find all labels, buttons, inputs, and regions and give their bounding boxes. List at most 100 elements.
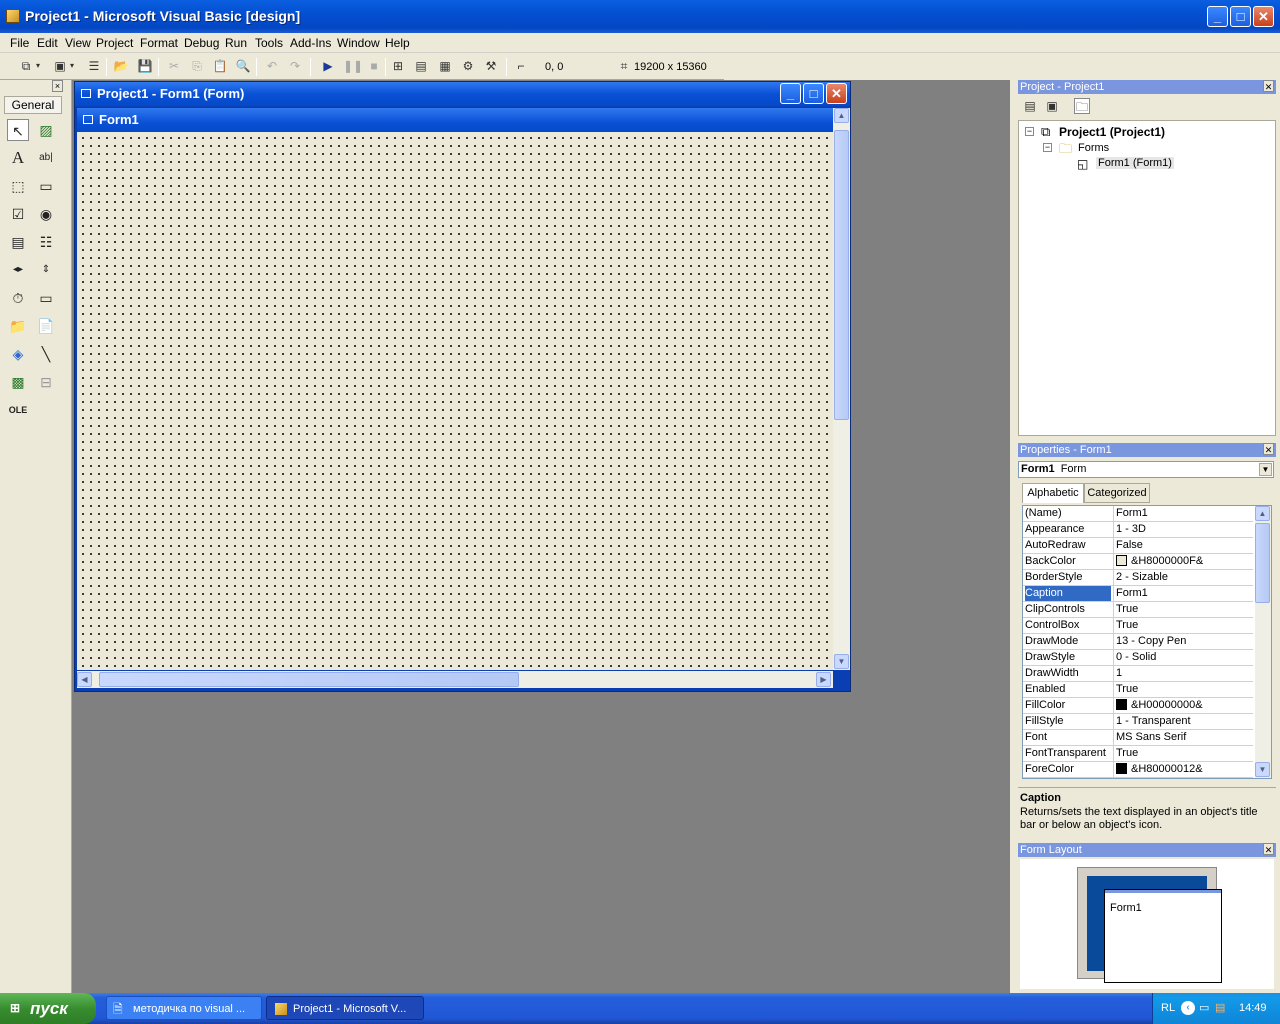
property-name[interactable]: ForeColor [1025,762,1111,777]
property-row[interactable]: BorderStyle 2 - Sizable [1023,570,1253,586]
property-value[interactable]: True [1113,602,1253,617]
property-value[interactable]: &H00000000& [1113,698,1253,713]
hscrollbar-icon[interactable]: ◂▸ [7,259,29,281]
object-selector[interactable]: Form1 Form ▼ [1018,461,1274,478]
stop-icon[interactable]: ■ [366,58,382,74]
line-icon[interactable]: ╲ [35,343,57,365]
collapse-icon[interactable]: − [1043,143,1052,152]
project-panel-close-icon[interactable]: ✕ [1263,80,1274,92]
add-form-icon[interactable]: ▣ [52,58,68,74]
taskbar-item-word[interactable]: 🗎 методичка по visual ... [106,996,262,1020]
filelistbox-icon[interactable]: 📄 [35,315,57,337]
chevron-down-icon[interactable]: ▼ [1259,463,1272,476]
pointer-icon[interactable]: ↖ [7,119,29,141]
paste-icon[interactable]: 📋 [212,58,228,74]
tree-form1-item[interactable]: Form1 (Form1) [1096,157,1174,169]
form-layout-close-icon[interactable]: ✕ [1263,843,1274,855]
scroll-up-icon[interactable]: ▲ [1255,506,1270,521]
optionbutton-icon[interactable]: ◉ [35,203,57,225]
form-window-title-bar[interactable]: Project1 - Form1 (Form) _ □ ✕ [75,82,850,106]
scroll-down-icon[interactable]: ▼ [1255,762,1270,777]
property-row[interactable]: DrawStyle 0 - Solid [1023,650,1253,666]
property-name[interactable]: FillStyle [1025,714,1111,729]
property-row[interactable]: BackColor &H8000000F& [1023,554,1253,570]
property-row[interactable]: FillColor &H00000000& [1023,698,1253,714]
toolbox-icon[interactable]: ⚒ [483,58,499,74]
properties-panel-close-icon[interactable]: ✕ [1263,443,1274,455]
pause-icon[interactable]: ❚❚ [343,58,363,74]
property-row[interactable]: Enabled True [1023,682,1253,698]
form-design-grid[interactable] [77,132,833,670]
property-value[interactable]: &H80000012& [1113,762,1253,777]
project-panel-header[interactable]: Project - Project1 ✕ [1018,80,1276,94]
property-value[interactable]: 1 - 3D [1113,522,1253,537]
property-name[interactable]: AutoRedraw [1025,538,1111,553]
timer-icon[interactable]: ⏱ [7,287,29,309]
vscroll-thumb[interactable] [834,130,849,420]
property-row[interactable]: Caption Form1 [1023,586,1253,602]
property-name[interactable]: FillColor [1025,698,1111,713]
property-value[interactable]: False [1113,538,1253,553]
property-value[interactable]: True [1113,746,1253,761]
undo-icon[interactable]: ↶ [264,58,280,74]
tray-monitor-icon[interactable]: ▭ [1199,1001,1209,1014]
checkbox-icon[interactable]: ☑ [7,203,29,225]
object-browser-icon[interactable]: ⚙ [460,58,476,74]
property-value[interactable]: 0 - Solid [1113,650,1253,665]
app-title-bar[interactable]: Project1 - Microsoft Visual Basic [desig… [0,0,1280,33]
tab-categorized[interactable]: Categorized [1084,483,1150,503]
vb-app-icon[interactable] [6,9,20,23]
view-object-icon[interactable]: ▣ [1044,98,1060,114]
form-maximize-button[interactable]: □ [803,83,824,104]
property-row[interactable]: FillStyle 1 - Transparent [1023,714,1253,730]
property-name[interactable]: Font [1025,730,1111,745]
toolbox-close-icon[interactable]: × [52,80,63,92]
language-indicator[interactable]: RL [1161,1002,1175,1014]
menu-edit[interactable]: Edit [37,36,58,50]
dirlistbox-icon[interactable]: 📁 [7,315,29,337]
property-name[interactable]: Caption [1025,586,1111,601]
form-layout-icon[interactable]: ▦ [437,58,453,74]
property-value[interactable]: 2 - Sizable [1113,570,1253,585]
menu-help[interactable]: Help [385,36,410,50]
view-code-icon[interactable]: ▤ [1022,98,1038,114]
property-value[interactable]: Form1 [1113,506,1253,521]
tree-project-root[interactable]: Project1 (Project1) [1059,125,1165,139]
property-name[interactable]: BorderStyle [1025,570,1111,585]
menu-view[interactable]: View [65,36,91,50]
property-row[interactable]: Appearance 1 - 3D [1023,522,1253,538]
drivelistbox-icon[interactable]: ▭ [35,287,57,309]
cut-icon[interactable]: ✂ [166,58,182,74]
form-layout-header[interactable]: Form Layout ✕ [1018,843,1276,857]
property-row[interactable]: Font MS Sans Serif [1023,730,1253,746]
commandbutton-icon[interactable]: ▭ [35,175,57,197]
maximize-button[interactable]: □ [1230,6,1251,27]
menu-format[interactable]: Format [140,36,178,50]
form-minimize-button[interactable]: _ [780,83,801,104]
property-name[interactable]: DrawMode [1025,634,1111,649]
property-row[interactable]: AutoRedraw False [1023,538,1253,554]
frame-icon[interactable]: ⬚ [7,175,29,197]
property-name[interactable]: Appearance [1025,522,1111,537]
form-horizontal-scrollbar[interactable]: ◀ ▶ [77,671,833,688]
property-name[interactable]: FontTransparent [1025,746,1111,761]
save-icon[interactable]: 💾 [137,58,153,74]
menu-project[interactable]: Project [96,36,133,50]
scroll-down-icon[interactable]: ▼ [834,654,849,669]
close-button[interactable]: ✕ [1253,6,1274,27]
combobox-icon[interactable]: ▤ [7,231,29,253]
scroll-left-icon[interactable]: ◀ [77,672,92,687]
form-layout-preview[interactable]: Form1 [1104,889,1222,983]
property-name[interactable]: BackColor [1025,554,1111,569]
dropdown-arrow-icon[interactable]: ▾ [34,58,42,74]
form-designer-window[interactable]: Project1 - Form1 (Form) _ □ ✕ Form1 ▲ ▼ … [74,81,851,692]
vscrollbar-icon[interactable]: ⇕ [35,259,57,281]
form-vertical-scrollbar[interactable]: ▲ ▼ [833,108,850,670]
form-close-button[interactable]: ✕ [826,83,847,104]
form1-caption-bar[interactable]: Form1 [77,108,833,132]
start-button[interactable]: ⊞ пуск [0,993,96,1024]
tab-alphabetic[interactable]: Alphabetic [1022,483,1084,503]
image-icon[interactable]: ▩ [7,371,29,393]
property-value[interactable]: 1 [1113,666,1253,681]
add-project-icon[interactable]: ⧉ [18,58,34,74]
